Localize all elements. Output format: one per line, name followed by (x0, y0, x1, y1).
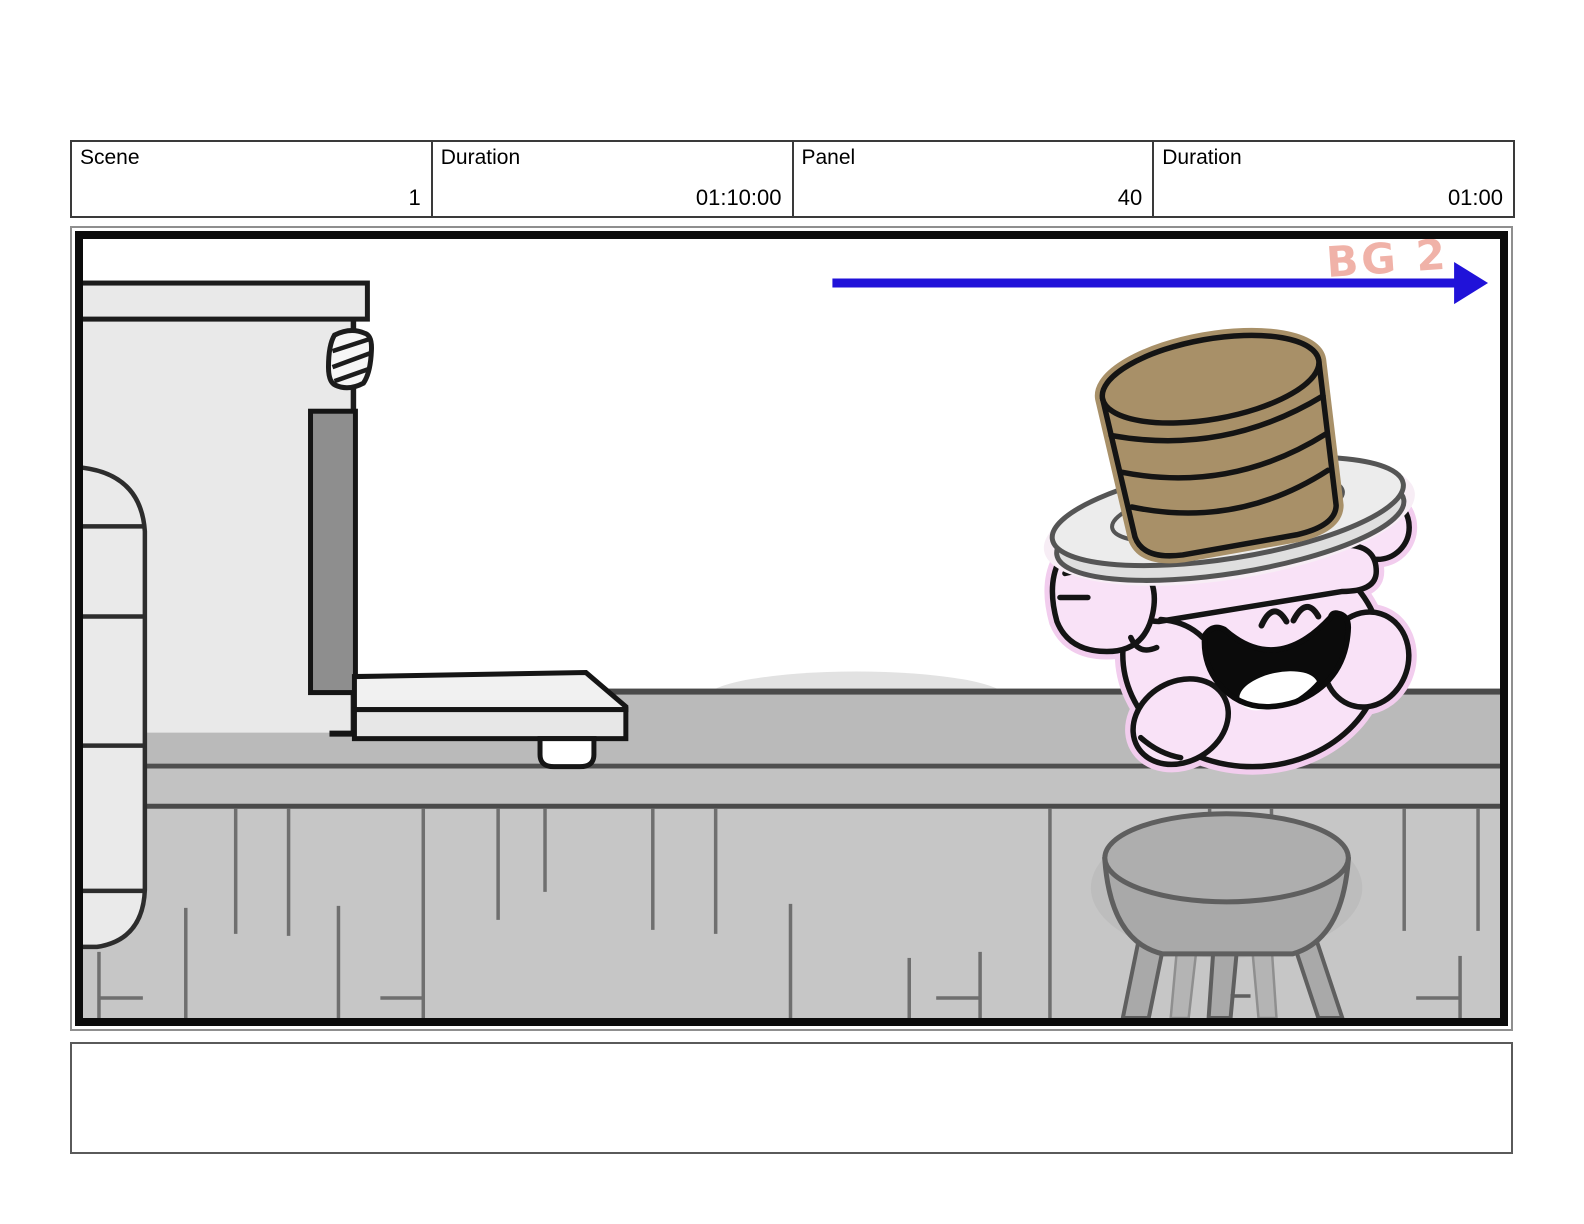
left-pillar (83, 465, 148, 950)
panel-duration-value: 01:00 (1447, 185, 1503, 210)
scene-duration-label: Duration (440, 146, 521, 169)
shot-info-table: Scene 1 Duration 01:10:00 Panel 40 Durat… (70, 140, 1515, 218)
scene-value: 1 (408, 185, 421, 210)
appliance-knob-icon (325, 328, 374, 391)
panel-duration-label: Duration (1162, 146, 1242, 169)
scene-cell: Scene 1 (72, 142, 431, 216)
storyboard-panel: BG 2 (70, 226, 1513, 1031)
pancake-stack (1094, 327, 1344, 564)
panel-value: 40 (1117, 185, 1143, 210)
scene-label: Scene (80, 146, 140, 169)
panel-duration-cell: Duration 01:00 (1152, 142, 1513, 216)
appliance-handle (308, 408, 358, 696)
stool (1090, 811, 1363, 1018)
caption-box (70, 1042, 1513, 1154)
panel-label: Panel (801, 146, 856, 169)
panel-frame: BG 2 (75, 231, 1508, 1026)
scene-duration-cell: Duration 01:10:00 (430, 142, 792, 216)
storyboard-page: Scene 1 Duration 01:10:00 Panel 40 Durat… (0, 0, 1584, 1224)
scene-duration-value: 01:10:00 (695, 185, 782, 210)
storyboard-drawing: BG 2 (83, 239, 1500, 1018)
panel-cell: Panel 40 (791, 142, 1153, 216)
